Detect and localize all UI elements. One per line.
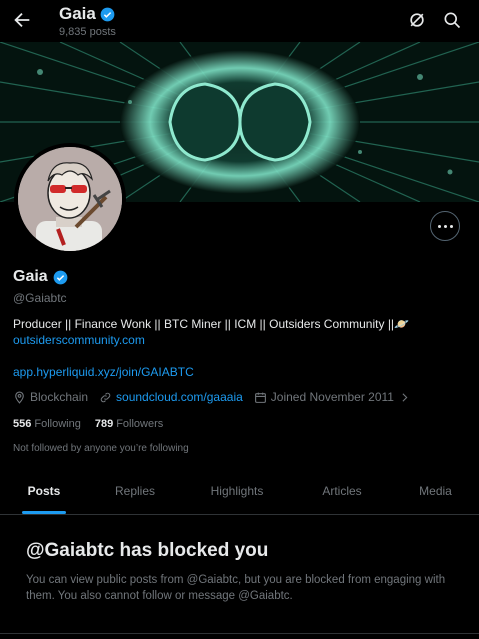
following-label: Following bbox=[34, 418, 81, 430]
joined-item[interactable]: Joined November 2011 bbox=[254, 390, 411, 404]
tab-label: Highlights bbox=[210, 484, 264, 498]
tab-label: Posts bbox=[27, 484, 61, 498]
profile-meta-row: Blockchain soundcloud.com/gaaaia Joined … bbox=[13, 390, 422, 404]
website-item[interactable]: soundcloud.com/gaaaia bbox=[99, 390, 243, 404]
page-title: Gaia bbox=[59, 4, 96, 23]
location-item: Blockchain bbox=[13, 390, 88, 404]
grok-icon[interactable] bbox=[407, 10, 427, 30]
avatar-image bbox=[18, 147, 122, 251]
verified-badge-icon bbox=[53, 270, 68, 284]
joined-text: Joined November 2011 bbox=[270, 390, 394, 404]
blocked-description: You can view public posts from @Gaiabtc,… bbox=[26, 574, 446, 602]
bio-link-outsiders[interactable]: outsiderscommunity.com bbox=[13, 333, 145, 347]
location-text: Blockchain bbox=[30, 390, 89, 404]
calendar-icon bbox=[254, 392, 266, 403]
not-followed-note: Not followed by anyone you’re following bbox=[13, 443, 189, 454]
tab-label: Articles bbox=[322, 484, 362, 498]
header-title-block: Gaia 9,835 posts bbox=[59, 4, 116, 38]
profile-bio: Producer || Finance Wonk || BTC Miner ||… bbox=[13, 317, 409, 331]
top-bar: Gaia 9,835 posts bbox=[0, 0, 479, 42]
profile-tabs: Posts Replies Highlights Articles Media bbox=[0, 468, 479, 515]
tab-articles[interactable]: Articles bbox=[292, 468, 392, 514]
profile-handle: @Gaiabtc bbox=[13, 291, 67, 305]
back-arrow-icon[interactable] bbox=[11, 9, 33, 31]
tab-replies[interactable]: Replies bbox=[88, 468, 182, 514]
more-options-button[interactable] bbox=[430, 211, 460, 241]
verified-badge-icon bbox=[100, 7, 115, 21]
location-pin-icon bbox=[15, 391, 24, 404]
follow-stats: 556 Following 789 Followers bbox=[13, 418, 163, 430]
avatar[interactable] bbox=[14, 143, 126, 255]
following-link[interactable]: 556 Following bbox=[13, 418, 81, 430]
followers-link[interactable]: 789 Followers bbox=[95, 418, 163, 430]
divider bbox=[0, 633, 479, 634]
following-count: 556 bbox=[13, 418, 32, 430]
link-icon bbox=[100, 392, 111, 402]
blocked-title: @Gaiabtc has blocked you bbox=[26, 540, 269, 561]
tab-posts[interactable]: Posts bbox=[0, 468, 88, 514]
followers-label: Followers bbox=[116, 418, 164, 430]
tab-media[interactable]: Media bbox=[392, 468, 479, 514]
profile-name: Gaia bbox=[13, 268, 48, 285]
tab-label: Media bbox=[419, 484, 452, 498]
chevron-right-icon bbox=[402, 392, 408, 402]
active-tab-indicator bbox=[22, 511, 66, 514]
tab-highlights[interactable]: Highlights bbox=[182, 468, 292, 514]
search-icon[interactable] bbox=[442, 10, 462, 30]
followers-count: 789 bbox=[94, 418, 114, 430]
profile-name-row: Gaia bbox=[13, 268, 68, 286]
website-link[interactable]: soundcloud.com/gaaaia bbox=[116, 390, 243, 404]
more-dot-icon bbox=[437, 224, 441, 228]
tab-label: Replies bbox=[114, 484, 156, 498]
bio-link-hyperliquid[interactable]: app.hyperliquid.xyz/join/GAIABTC bbox=[13, 365, 194, 379]
posts-count: 9,835 posts bbox=[59, 26, 116, 38]
